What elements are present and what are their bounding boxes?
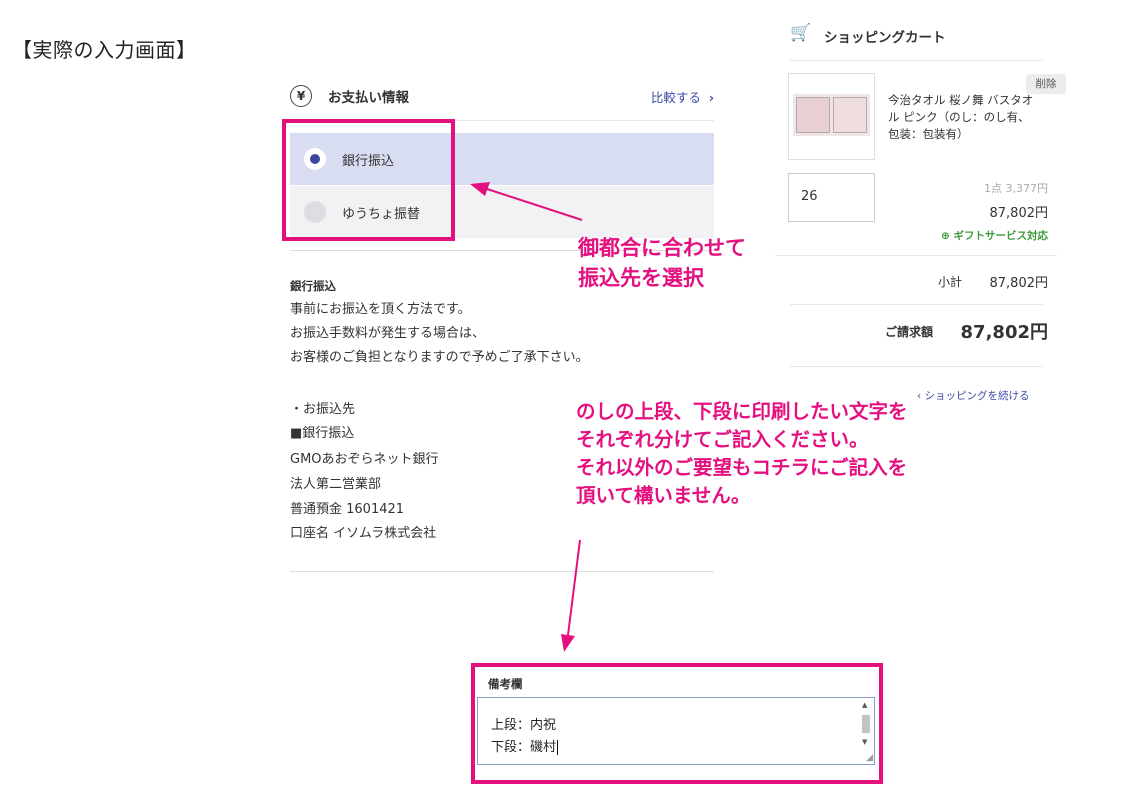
line-price: 87,802円 [989,206,1049,221]
memo-textarea[interactable]: 上段：内祝 下段：磯村 ▲ ▼ ◢ [477,697,875,765]
quantity-input[interactable]: 26 [788,173,875,222]
cart-icon: 🛒 [790,23,812,43]
memo-line: 下段：磯村 [491,740,557,755]
scroll-down-icon[interactable]: ▼ [862,738,867,746]
divider [790,304,1043,305]
subtotal-label: 小計 [938,275,963,289]
memo-label: 備考欄 [488,677,523,691]
cart-header: 🛒 ショッピングカート [790,22,1043,61]
arrow-to-payment-options [470,182,583,221]
towel-image [793,94,870,136]
gift-badge: ⊕ ギフトサービス対応 [941,228,1048,243]
total-value: 87,802円 [960,322,1048,343]
continue-shopping-label: ショッピングを続ける [924,390,1030,402]
scroll-thumb[interactable] [862,715,870,733]
product-thumbnail[interactable] [788,73,875,160]
text-cursor [557,740,559,755]
cart-title: ショッピングカート [824,30,946,46]
towel-image-piece [833,97,867,133]
product-name[interactable]: 今治タオル 桜ノ舞 バスタオル ピンク（のし：のし有、包装：包装有） [888,92,1038,143]
continue-shopping-link[interactable]: ‹ ショッピングを続ける [917,388,1030,403]
scroll-up-icon[interactable]: ▲ [862,701,867,709]
chevron-left-icon: ‹ [917,390,925,402]
unit-price: 1点 3,377円 [984,182,1048,195]
delete-button[interactable]: 削除 [1026,74,1066,94]
gift-label: ギフトサービス対応 [953,230,1049,242]
towel-image-piece [796,97,830,133]
divider [790,366,1043,367]
gift-icon: ⊕ [941,230,954,242]
arrow-to-memo [561,539,581,652]
resize-handle-icon[interactable]: ◢ [866,753,873,763]
memo-line: 上段：内祝 [491,718,557,733]
subtotal-value: 87,802円 [989,276,1049,291]
total-label: ご請求額 [885,325,934,339]
memo-line-cursor: 下段：磯村 [491,736,559,755]
divider [775,255,1057,256]
